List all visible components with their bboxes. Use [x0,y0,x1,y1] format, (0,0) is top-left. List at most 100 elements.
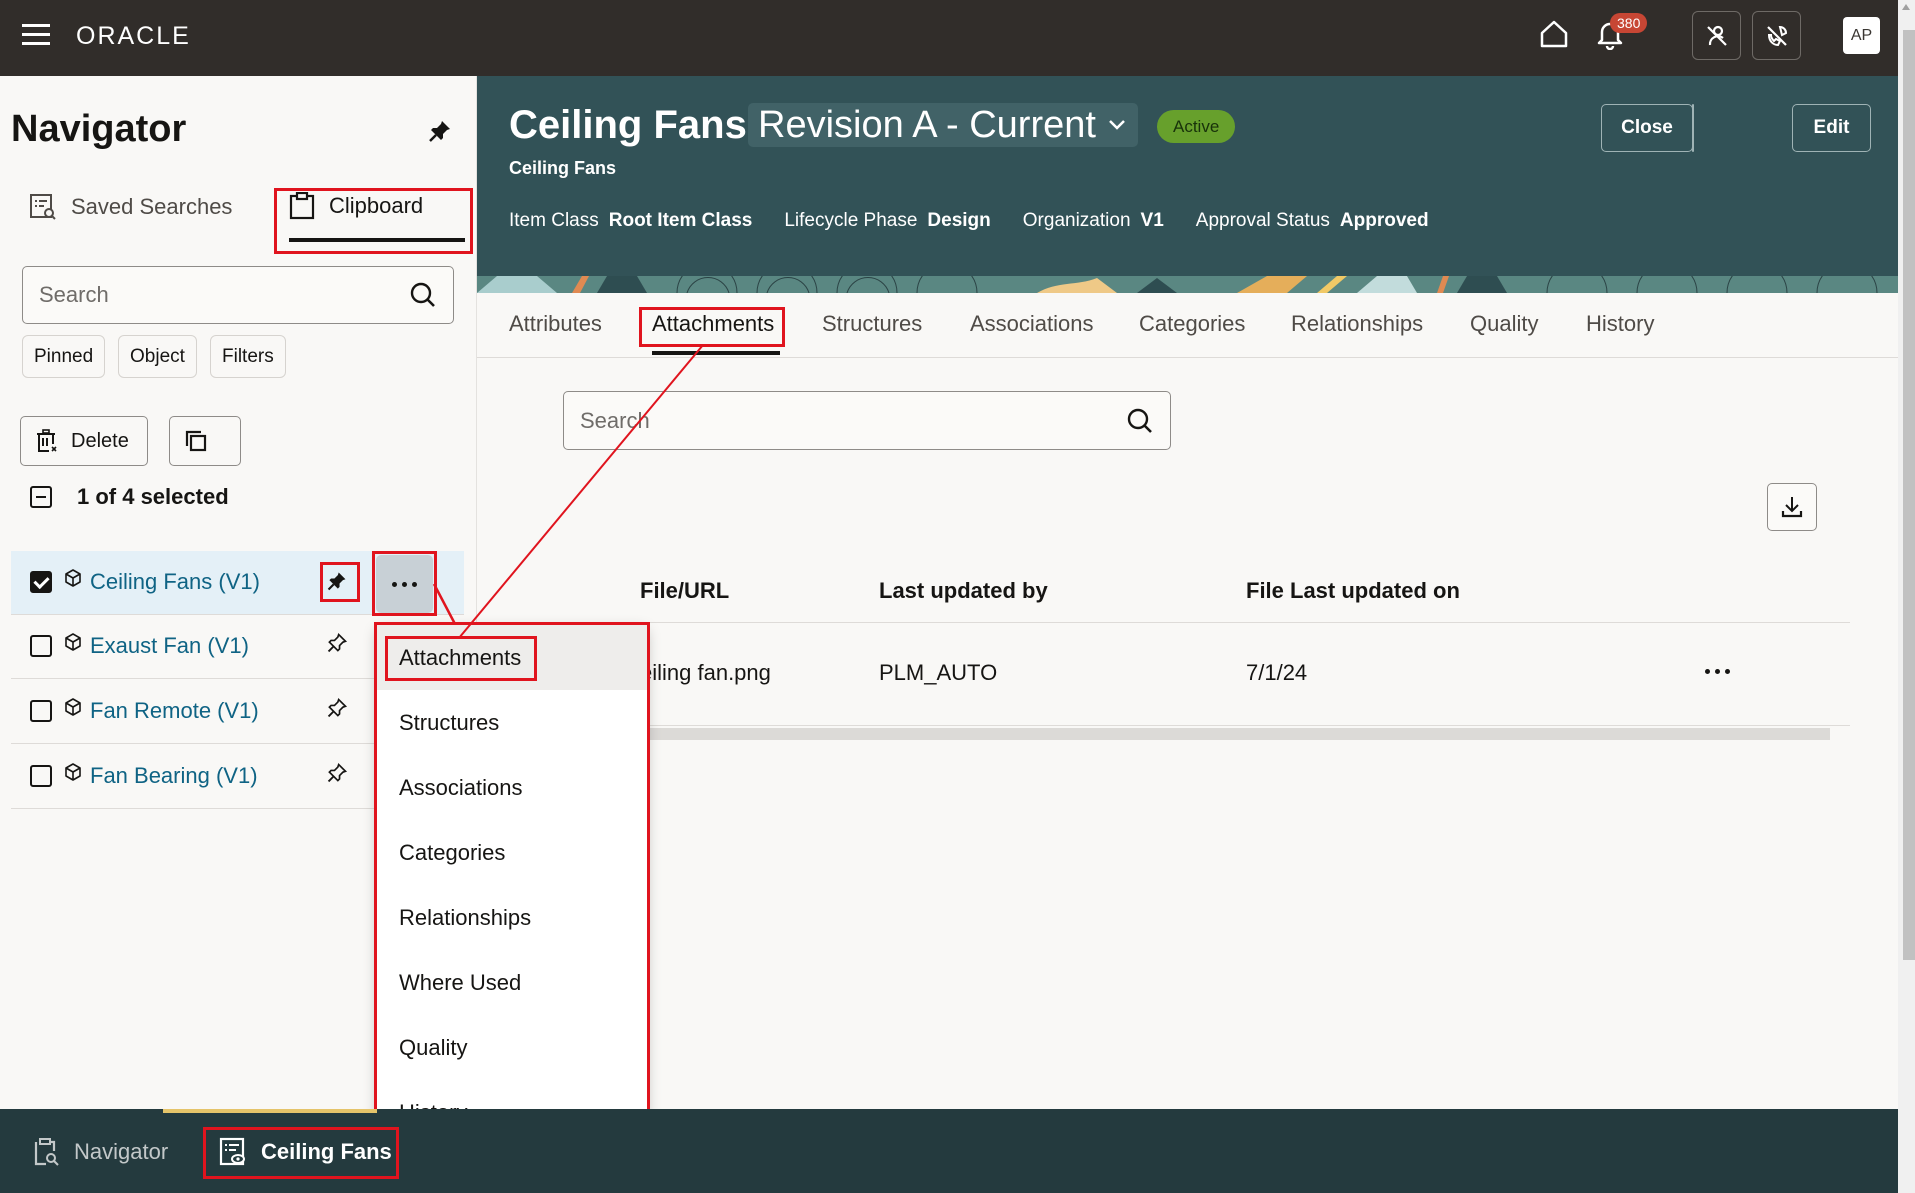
pin-outline-icon[interactable] [326,762,348,784]
deselect-all-checkbox[interactable] [30,486,52,508]
tab-history[interactable]: History [1586,311,1654,337]
column-header-last-updated-by[interactable]: Last updated by [879,578,1048,604]
navigator-search-input[interactable] [39,282,409,308]
search-icon[interactable] [1126,407,1154,435]
menu-item-categories[interactable]: Categories [377,820,647,885]
pin-outline-icon[interactable] [326,632,348,654]
person-off-button[interactable] [1692,11,1741,60]
filter-chip-pinned[interactable]: Pinned [22,335,106,378]
item-title: Ceiling Fans [509,103,747,147]
filter-chip-object[interactable]: Object [118,335,197,378]
tab-associations[interactable]: Associations [970,311,1094,337]
phone-off-button[interactable] [1752,11,1801,60]
download-button[interactable] [1767,483,1817,531]
delete-label: Delete [71,429,129,452]
edit-button[interactable]: Edit [1792,104,1871,152]
cell-updated-by: PLM_AUTO [879,660,998,685]
item-checkbox[interactable] [30,765,52,787]
item-tabs: Attributes Attachments Structures Associ… [477,293,1898,358]
selection-count-text: 1 of 4 selected [77,484,229,509]
active-item-indicator [163,1109,377,1113]
meta-approval-status: Approval Status Approved [1195,210,1429,231]
item-cube-icon [64,698,82,716]
active-tab-indicator [652,351,780,355]
attachments-search-input[interactable] [580,407,1126,434]
menu-item-quality[interactable]: Quality [377,1015,647,1080]
notification-badge: 380 [1610,13,1648,33]
user-avatar[interactable]: AP [1843,17,1880,54]
column-header-file-url[interactable]: File/URL [640,578,729,604]
tab-clipboard-label: Clipboard [329,193,424,218]
more-actions-button[interactable] [376,555,433,613]
copy-button[interactable] [169,416,241,466]
menu-item-where-used[interactable]: Where Used [377,950,647,1015]
header-decorative-banner [477,276,1898,293]
item-cube-icon [64,763,82,781]
navigator-search-field[interactable] [22,266,454,324]
horizontal-scrollbar[interactable] [640,728,1830,740]
scroll-up-arrow[interactable] [1902,4,1910,10]
navigator-title: Navigator [11,108,187,150]
revision-select[interactable]: Revision A - Current [748,103,1138,147]
pin-panel-icon[interactable] [427,118,453,144]
item-link[interactable]: Fan Remote (V1) [90,698,259,724]
filter-chip-filters[interactable]: Filters [210,335,286,378]
person-off-icon [1704,23,1730,49]
bottom-open-item-label: Ceiling Fans [261,1139,392,1164]
active-tab-indicator [289,238,465,242]
bottom-navigator-label: Navigator [74,1139,169,1164]
item-view-icon [219,1137,247,1167]
chevron-down-icon [1108,119,1126,131]
table-row-divider [640,725,1850,726]
item-link[interactable]: Exaust Fan (V1) [90,633,249,659]
row-actions-button[interactable] [1705,669,1730,674]
navigator-icon [32,1137,60,1167]
ellipsis-icon [1705,669,1730,674]
search-icon[interactable] [409,281,437,309]
tab-saved-searches-label: Saved Searches [71,194,233,219]
close-button[interactable]: Close [1601,104,1693,152]
menu-item-associations[interactable]: Associations [377,755,647,820]
item-checkbox[interactable] [30,571,52,593]
cell-updated-on: 7/1/24 [1246,660,1308,685]
item-link[interactable]: Ceiling Fans (V1) [90,569,260,595]
oracle-logo: ORACLE [76,22,191,50]
home-icon[interactable] [1538,18,1570,50]
tab-structures[interactable]: Structures [822,311,922,337]
item-subtitle: Ceiling Fans [509,158,617,178]
bottom-navigator-button[interactable]: Navigator [32,1137,168,1167]
delete-button[interactable]: Delete [20,416,148,466]
vertical-scrollbar-thumb[interactable] [1903,30,1915,960]
item-metadata: Item Class Root Item Class Lifecycle Phas… [509,210,1429,232]
item-link[interactable]: Fan Bearing (V1) [90,763,258,789]
bottom-open-item-button[interactable]: Ceiling Fans [219,1137,392,1167]
item-checkbox[interactable] [30,635,52,657]
tab-saved-searches[interactable]: Saved Searches [29,193,232,221]
attachments-search-field[interactable] [563,391,1171,450]
menu-item-structures[interactable]: Structures [377,690,647,755]
copy-icon [184,429,208,453]
menu-item-attachments[interactable]: Attachments [377,625,647,690]
download-icon [1780,495,1804,519]
tab-clipboard[interactable]: Clipboard [289,192,423,220]
selection-summary: 1 of 4 selected [30,484,229,510]
meta-lifecycle-phase: Lifecycle Phase Design [784,210,991,231]
tab-quality[interactable]: Quality [1470,311,1538,337]
tab-attachments[interactable]: Attachments [652,311,774,337]
tab-attributes[interactable]: Attributes [509,311,602,337]
column-header-file-last-updated-on[interactable]: File Last updated on [1246,578,1460,604]
menu-item-relationships[interactable]: Relationships [377,885,647,950]
pin-outline-icon[interactable] [326,697,348,719]
item-cube-icon [64,569,82,587]
item-checkbox[interactable] [30,700,52,722]
cell-file[interactable]: eiling fan.png [640,660,771,686]
tab-relationships[interactable]: Relationships [1291,311,1423,337]
meta-item-class: Item Class Root Item Class [509,210,753,231]
context-menu: Attachments Structures Associations Cate… [377,625,647,1157]
pinned-icon[interactable] [326,570,348,592]
clipboard-icon [289,192,315,220]
saved-search-icon [29,193,57,221]
menu-icon[interactable] [22,24,50,46]
item-cube-icon [64,633,82,651]
tab-categories[interactable]: Categories [1139,311,1245,337]
